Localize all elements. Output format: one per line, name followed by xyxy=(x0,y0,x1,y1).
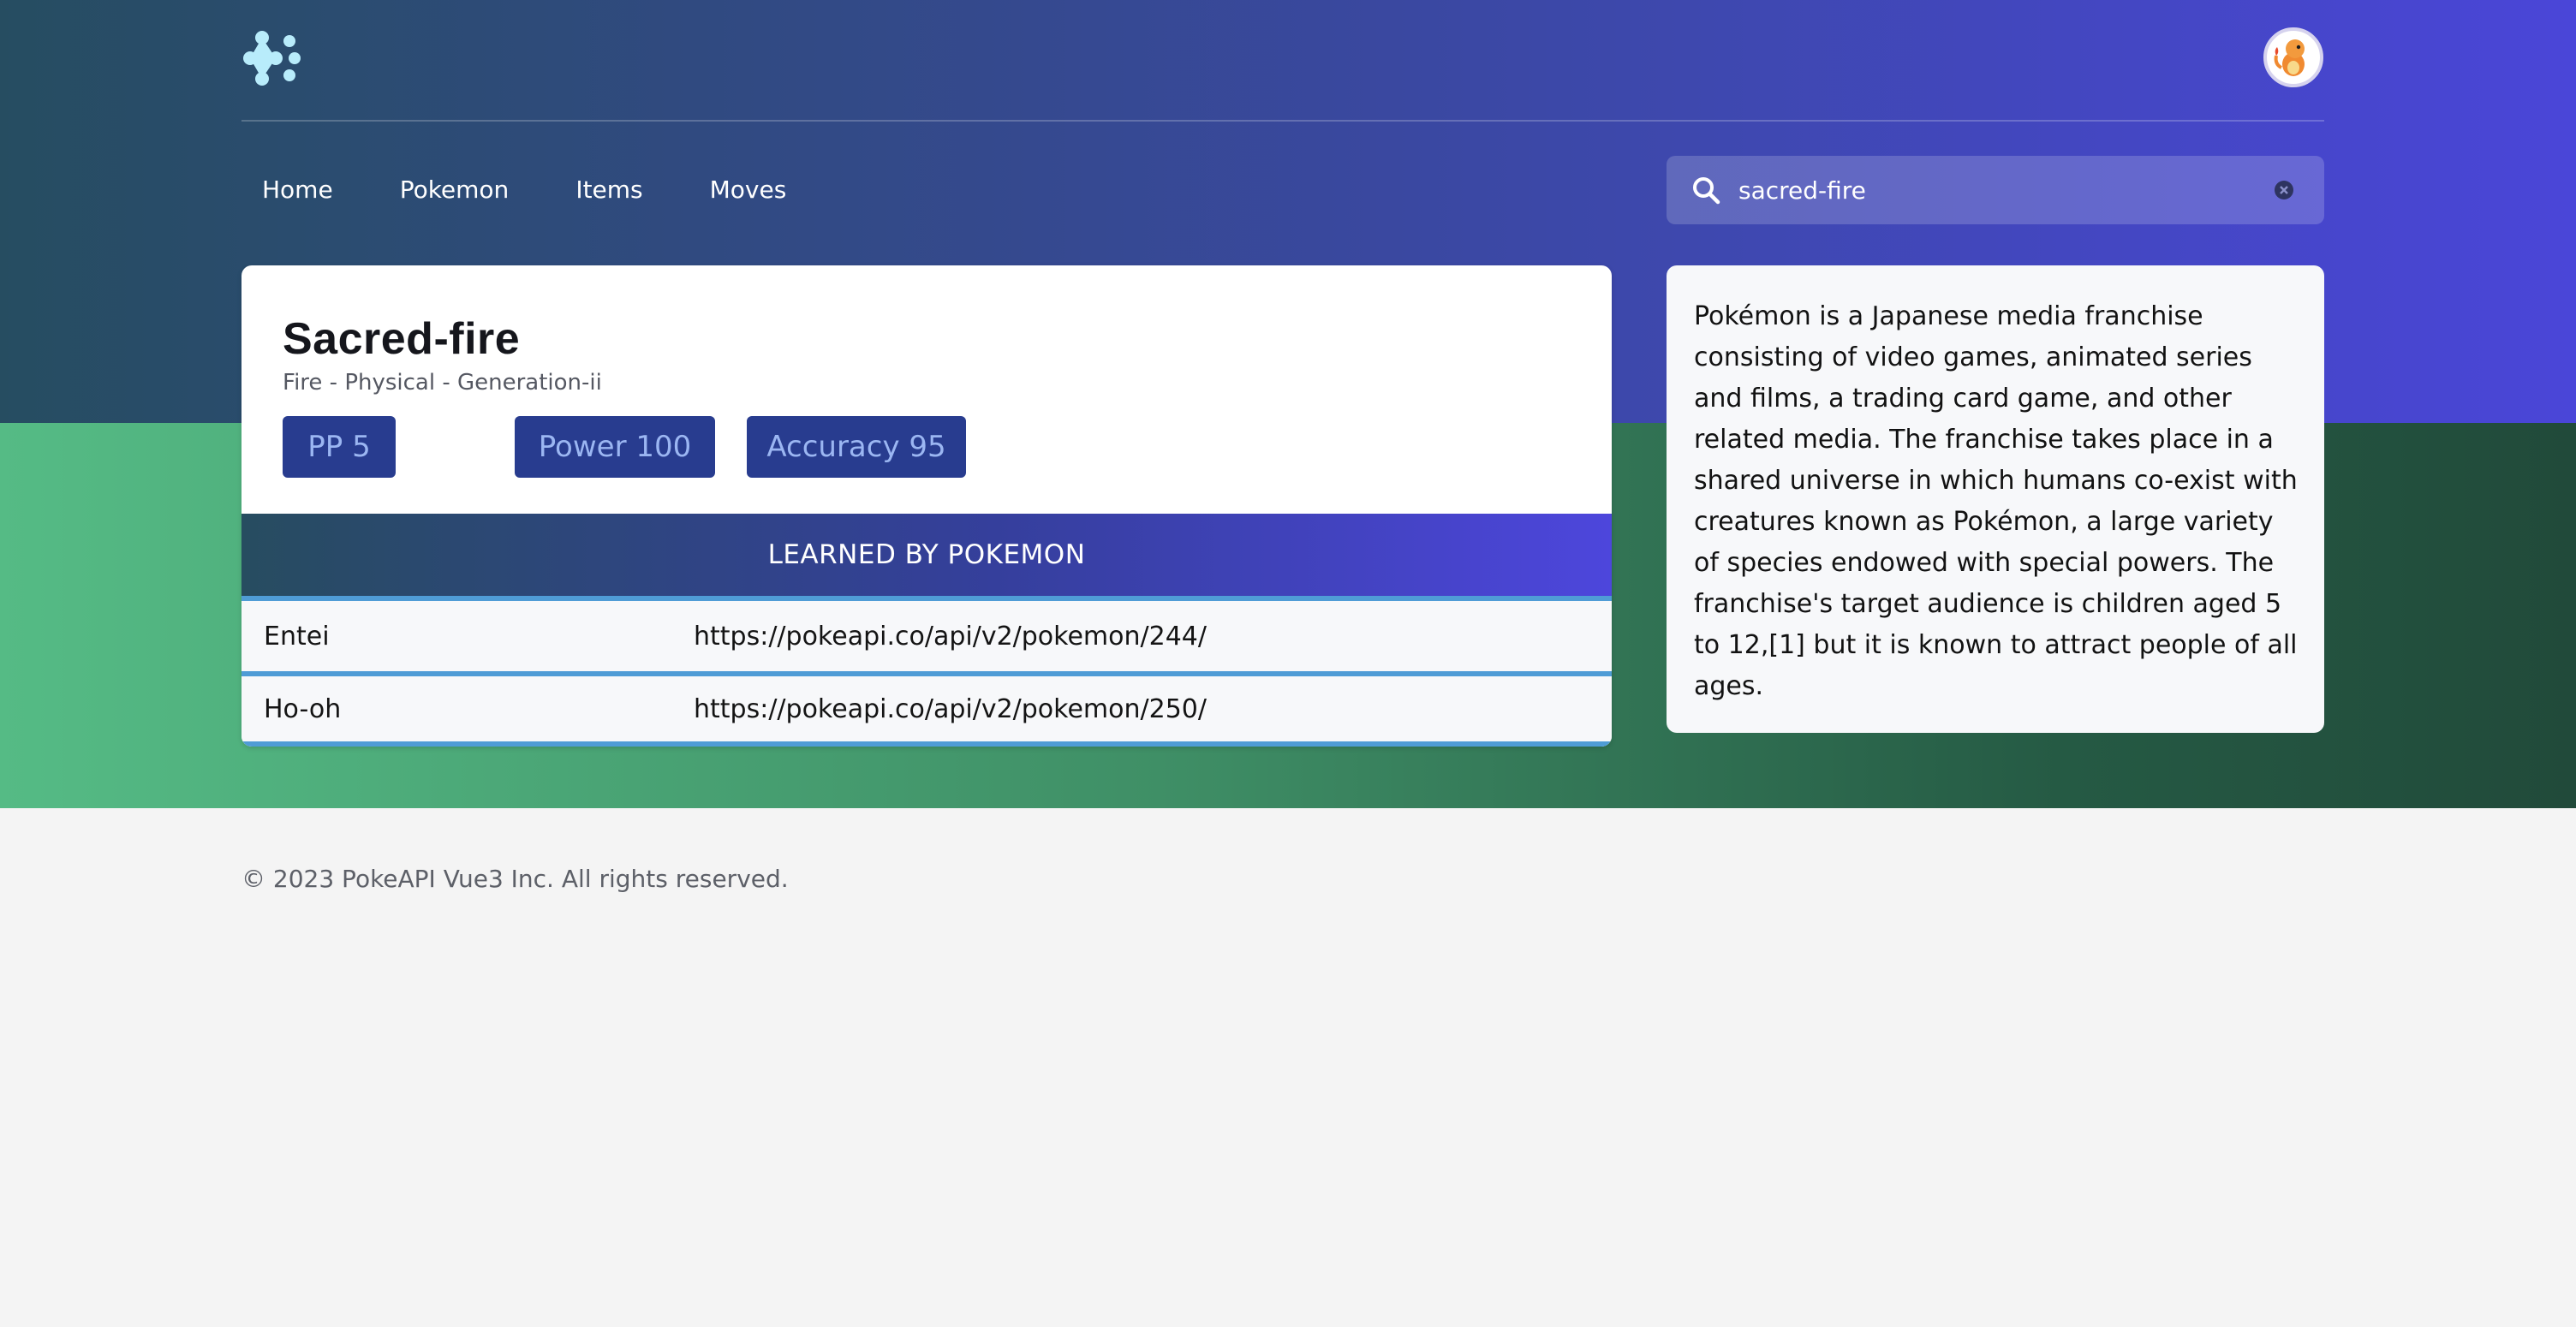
user-avatar[interactable] xyxy=(2263,27,2323,87)
pokemon-url[interactable]: https://pokeapi.co/api/v2/pokemon/250/ xyxy=(694,694,1612,724)
pp-badge: PP 5 xyxy=(283,416,396,478)
move-title: Sacred-fire xyxy=(283,314,521,364)
main-nav: Home Pokemon Items Moves xyxy=(242,156,807,224)
nav-home[interactable]: Home xyxy=(242,156,354,224)
header-divider xyxy=(242,120,2324,122)
nav-pokemon[interactable]: Pokemon xyxy=(379,156,530,224)
pokemon-name: Ho-oh xyxy=(264,693,342,724)
nav-items[interactable]: Items xyxy=(555,156,663,224)
table-row[interactable]: Ho-oh https://pokeapi.co/api/v2/pokemon/… xyxy=(242,671,1612,747)
info-text: Pokémon is a Japanese media franchise co… xyxy=(1694,301,2298,701)
footer-copyright: © 2023 PokeAPI Vue3 Inc. All rights rese… xyxy=(242,865,789,893)
pokemon-url[interactable]: https://pokeapi.co/api/v2/pokemon/244/ xyxy=(694,622,1612,652)
table-row[interactable]: Entei https://pokeapi.co/api/v2/pokemon/… xyxy=(242,596,1612,671)
search-icon xyxy=(1693,177,1720,205)
move-card: Sacred-fire Fire - Physical - Generation… xyxy=(242,265,1612,747)
pokemon-info-card: Pokémon is a Japanese media franchise co… xyxy=(1667,265,2324,733)
learned-by-header: LEARNED BY POKEMON xyxy=(242,514,1612,596)
nav-moves[interactable]: Moves xyxy=(689,156,808,224)
charmander-avatar-icon xyxy=(2274,39,2305,76)
search-input[interactable] xyxy=(1738,176,2273,205)
pokemon-name: Entei xyxy=(264,621,330,652)
learned-by-table: Entei https://pokeapi.co/api/v2/pokemon/… xyxy=(242,596,1612,747)
search-box[interactable] xyxy=(1667,156,2324,224)
accuracy-badge: Accuracy 95 xyxy=(747,416,966,478)
pokeapi-logo-icon[interactable] xyxy=(242,29,301,86)
power-badge: Power 100 xyxy=(515,416,715,478)
move-subtitle: Fire - Physical - Generation-ii xyxy=(283,370,602,396)
clear-icon[interactable] xyxy=(2273,179,2295,201)
